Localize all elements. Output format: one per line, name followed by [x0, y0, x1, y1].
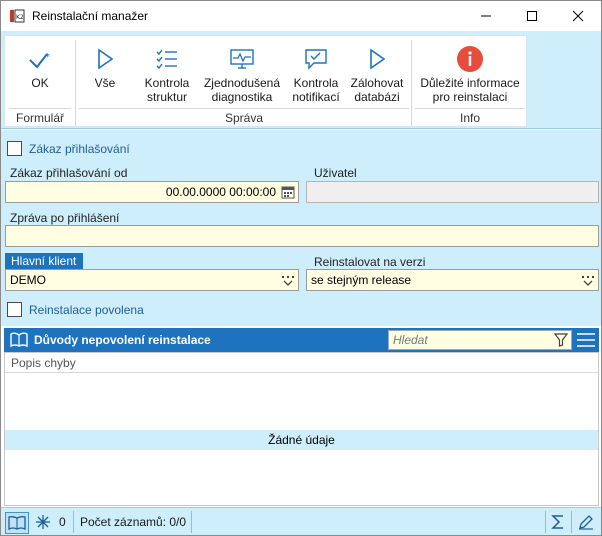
grid-header: Důvody nepovolení reinstalace Hledat: [4, 328, 599, 352]
uzivatel-field: [306, 181, 599, 203]
snowflake-button[interactable]: [35, 512, 51, 532]
zalohovat-line2: databázi: [354, 90, 400, 104]
zprava-field[interactable]: [5, 225, 599, 247]
group-label-formular: Formulář: [15, 111, 64, 125]
notifikaci-line2: notifikací: [292, 90, 340, 104]
dropdown-icon[interactable]: [282, 275, 294, 289]
status-separator: [191, 511, 192, 533]
ok-label: OK: [31, 76, 49, 90]
zprava-label: Zpráva po přihlášení: [10, 211, 120, 225]
kontrola-struktur-line1: Kontrola: [144, 76, 190, 90]
reinstalace-povolena-label: Reinstalace povolena: [29, 303, 144, 317]
kontrola-struktur-label: Kontrola struktur: [139, 76, 195, 104]
group-label-info: Info: [459, 111, 480, 125]
svg-text:*: *: [45, 52, 50, 63]
group-underline-sprava: [79, 108, 409, 109]
diagnostika-line1: Zjednodušená: [203, 76, 281, 90]
maximize-icon: [527, 11, 537, 21]
zakaz-od-label: Zákaz přihlašování od: [10, 166, 128, 180]
title-bar: K2 Reinstalační manažer: [1, 1, 601, 31]
info-icon: [457, 46, 483, 72]
hlavni-klient-value: DEMO: [10, 273, 46, 287]
book-icon: [10, 332, 28, 348]
diagnostika-label: Zjednodušená diagnostika: [201, 76, 283, 104]
zakaz-prihlasovani-checkbox[interactable]: [7, 141, 22, 156]
minimize-icon: [481, 15, 491, 17]
vse-label: Vše: [94, 76, 116, 90]
sum-button[interactable]: [551, 512, 565, 532]
book-icon: [8, 516, 26, 530]
record-count: Počet záznamů: 0/0: [80, 515, 187, 529]
zjednodusena-diagnostika-button[interactable]: Zjednodušená diagnostika: [201, 44, 283, 104]
close-button[interactable]: [555, 1, 601, 31]
column-header-popis-chyby[interactable]: Popis chyby: [5, 353, 598, 373]
reinstalovat-select[interactable]: se stejným release: [306, 269, 599, 291]
status-separator: [571, 511, 572, 533]
group-separator: [75, 40, 76, 126]
play-icon: [370, 48, 386, 70]
informace-line1: Důležité informace: [420, 76, 520, 90]
status-separator: [73, 511, 74, 533]
kontrola-struktur-button[interactable]: Kontrola struktur: [139, 44, 195, 104]
notifikaci-line1: Kontrola: [293, 76, 339, 90]
reinstall-manager-window: K2 Reinstalační manažer * OK Formulář Vš…: [0, 0, 602, 536]
no-data-message: Žádné údaje: [5, 430, 598, 450]
status-separator: [545, 511, 546, 533]
pencil-icon: [579, 515, 593, 530]
group-underline-info: [415, 108, 525, 109]
calendar-icon[interactable]: [281, 185, 295, 202]
sigma-icon: [551, 515, 563, 529]
dropdown-icon[interactable]: [582, 275, 594, 289]
window-title: Reinstalační manažer: [32, 9, 149, 23]
play-icon: [98, 48, 114, 70]
close-icon: [572, 10, 584, 22]
check-star-icon: *: [29, 52, 50, 69]
informace-line2: pro reinstalaci: [432, 90, 508, 104]
monitor-pulse-icon: [230, 49, 254, 69]
group-label-sprava: Správa: [224, 111, 264, 125]
settings-form: Zákaz přihlašování Zákaz přihlašování od…: [1, 130, 601, 326]
reinstalace-povolena-checkbox[interactable]: [7, 302, 22, 317]
kontrola-struktur-line2: struktur: [146, 90, 187, 104]
vse-button[interactable]: Vše: [85, 44, 125, 90]
hlavni-klient-select[interactable]: DEMO: [5, 269, 299, 291]
zakaz-prihlasovani-label: Zákaz přihlašování: [29, 142, 130, 156]
reinstalovat-value: se stejným release: [311, 273, 412, 287]
dulezite-informace-label: Důležité informace pro reinstalaci: [415, 76, 525, 104]
ok-button[interactable]: * OK: [17, 44, 63, 90]
reinstalovat-label: Reinstalovat na verzi: [314, 255, 426, 269]
snowflake-count: 0: [59, 515, 66, 529]
zalohovat-databazi-button[interactable]: Zálohovat databázi: [347, 44, 407, 104]
minimize-button[interactable]: [463, 1, 509, 31]
svg-text:K2: K2: [16, 14, 24, 21]
grid-body[interactable]: Popis chyby Žádné údaje: [4, 352, 599, 506]
group-underline-formular: [9, 108, 71, 109]
maximize-button[interactable]: [509, 1, 555, 31]
ribbon: * OK Formulář Vše Kontrola struktur Zjed…: [1, 31, 601, 129]
edit-button[interactable]: [578, 512, 594, 532]
hlavni-klient-label: Hlavní klient: [5, 253, 84, 270]
checklist-icon: [156, 49, 177, 70]
status-bar: 0 Počet záznamů: 0/0: [1, 507, 601, 535]
zalohovat-label: Zálohovat databázi: [347, 76, 407, 104]
app-logo-icon: K2: [9, 8, 25, 24]
notifikaci-label: Kontrola notifikací: [287, 76, 345, 104]
snowflake-icon: [36, 515, 50, 529]
search-input[interactable]: Hledat: [388, 330, 572, 350]
uzivatel-label: Uživatel: [314, 166, 357, 180]
kontrola-notifikaci-button[interactable]: Kontrola notifikací: [287, 44, 345, 104]
filter-icon[interactable]: [553, 333, 569, 350]
message-check-icon: [305, 49, 327, 70]
menu-icon[interactable]: [576, 332, 596, 351]
dulezite-informace-button[interactable]: Důležité informace pro reinstalaci: [415, 44, 525, 104]
diagnostika-line2: diagnostika: [211, 90, 273, 104]
ribbon-panel: * OK Formulář Vše Kontrola struktur Zjed…: [4, 35, 527, 127]
grid-title: Důvody nepovolení reinstalace: [34, 333, 211, 347]
zakaz-od-field[interactable]: 00.00.0000 00:00:00: [5, 181, 299, 203]
group-separator: [411, 40, 412, 126]
book-view-button[interactable]: [5, 512, 29, 534]
zakaz-od-value: 00.00.0000 00:00:00: [165, 185, 276, 199]
search-placeholder: Hledat: [393, 333, 428, 347]
zalohovat-line1: Zálohovat: [350, 76, 404, 90]
